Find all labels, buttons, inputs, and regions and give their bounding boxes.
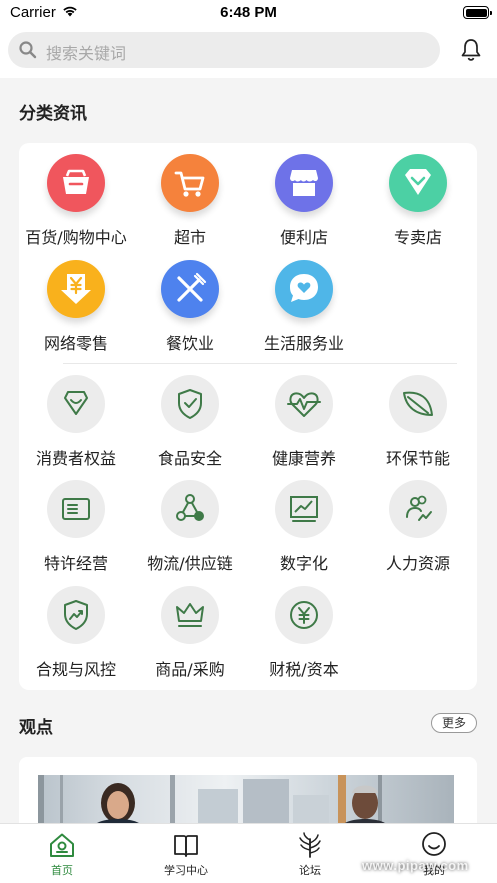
tab-label: 论坛 [299, 864, 321, 877]
category-label: 便利店 [279, 228, 328, 247]
topic-item-tax-capital[interactable]: 财税/资本 [247, 586, 361, 686]
tab-forum[interactable]: 论坛 [248, 824, 372, 883]
tab-home[interactable]: 首页 [0, 824, 124, 883]
topic-label: 食品安全 [157, 449, 222, 468]
topic-label: 商品/采购 [155, 660, 225, 679]
topic-label: 消费者权益 [35, 449, 116, 468]
tab-label: 首页 [51, 864, 73, 877]
topic-item-human-resources[interactable]: 人力资源 [361, 480, 475, 580]
tab-bar: 首页 学习中心 论坛 我的 [0, 823, 497, 883]
heart-chat-icon [275, 260, 333, 318]
category-item-catering[interactable]: 餐饮业 [133, 260, 247, 360]
search-placeholder: 搜索关键词 [46, 44, 127, 63]
shield-smile-icon [47, 375, 105, 433]
storefront-icon [275, 154, 333, 212]
fork-knife-icon [161, 260, 219, 318]
category-card: 百货/购物中心 超市 便利店 专卖店 网络零售 餐饮业 生活服务业 消费者权益 … [19, 143, 477, 690]
category-label: 餐饮业 [165, 334, 214, 353]
topic-label: 特许经营 [43, 554, 108, 573]
topic-item-franchise[interactable]: 特许经营 [19, 480, 133, 580]
search-bar[interactable]: 搜索关键词 [8, 32, 440, 68]
topic-item-digitalization[interactable]: 数字化 [247, 480, 361, 580]
category-item-department-store[interactable]: 百货/购物中心 [19, 154, 133, 254]
topic-item-eco-energy[interactable]: 环保节能 [361, 375, 475, 475]
battery-icon [463, 6, 492, 19]
category-item-life-services[interactable]: 生活服务业 [247, 260, 361, 360]
topic-item-merchandise-procurement[interactable]: 商品/采购 [133, 586, 247, 686]
topic-item-food-safety[interactable]: 食品安全 [133, 375, 247, 475]
more-button[interactable]: 更多 [431, 713, 477, 733]
category-section-title: 分类资讯 [19, 104, 87, 124]
topic-label: 合规与风控 [35, 660, 116, 679]
category-item-online-retail[interactable]: 网络零售 [19, 260, 133, 360]
search-icon [19, 41, 37, 59]
yen-coin-icon [275, 586, 333, 644]
category-divider [63, 363, 457, 364]
topic-item-compliance-risk[interactable]: 合规与风控 [19, 586, 133, 686]
topic-item-logistics[interactable]: 物流/供应链 [133, 480, 247, 580]
tab-label: 学习中心 [164, 864, 208, 877]
topic-item-health-nutrition[interactable]: 健康营养 [247, 375, 361, 475]
book-icon [174, 835, 198, 857]
status-time: 6:48 PM [220, 4, 277, 21]
header: 搜索关键词 [0, 26, 497, 78]
category-item-supermarket[interactable]: 超市 [133, 154, 247, 254]
home-icon [50, 833, 74, 857]
category-label: 超市 [173, 228, 206, 247]
chart-monitor-icon [275, 480, 333, 538]
topic-item-consumer-rights[interactable]: 消费者权益 [19, 375, 133, 475]
crown-icon [161, 586, 219, 644]
category-item-specialty-store[interactable]: 专卖店 [361, 154, 475, 254]
topic-label: 财税/资本 [269, 660, 339, 679]
opinion-section-title: 观点 [19, 718, 53, 738]
category-label: 专卖店 [393, 228, 442, 247]
shopping-cart-icon [161, 154, 219, 212]
shopping-basket-icon [47, 154, 105, 212]
category-label: 生活服务业 [263, 334, 344, 353]
status-bar: Carrier 6:48 PM [0, 0, 497, 26]
topic-label: 健康营养 [271, 449, 336, 468]
topic-label: 人力资源 [385, 554, 450, 573]
shield-check-icon [161, 375, 219, 433]
topic-label: 物流/供应链 [147, 554, 233, 573]
badge-shield-icon [389, 154, 447, 212]
plant-icon [299, 832, 321, 858]
tab-mine[interactable]: 我的 [372, 824, 496, 883]
category-label: 百货/购物中心 [25, 228, 127, 247]
shield-trend-icon [47, 586, 105, 644]
topic-label: 环保节能 [385, 449, 450, 468]
network-nodes-icon [161, 480, 219, 538]
tab-learning-center[interactable]: 学习中心 [124, 824, 248, 883]
people-growth-icon [389, 480, 447, 538]
license-card-icon [47, 480, 105, 538]
category-label: 网络零售 [43, 334, 108, 353]
heart-pulse-icon [275, 375, 333, 433]
category-item-convenience-store[interactable]: 便利店 [247, 154, 361, 254]
topic-label: 数字化 [279, 554, 328, 573]
user-icon [422, 832, 446, 856]
yen-download-icon [47, 260, 105, 318]
watermark: www.pipaw.com [362, 858, 469, 873]
leaf-icon [389, 375, 447, 433]
bell-icon[interactable] [460, 38, 482, 62]
